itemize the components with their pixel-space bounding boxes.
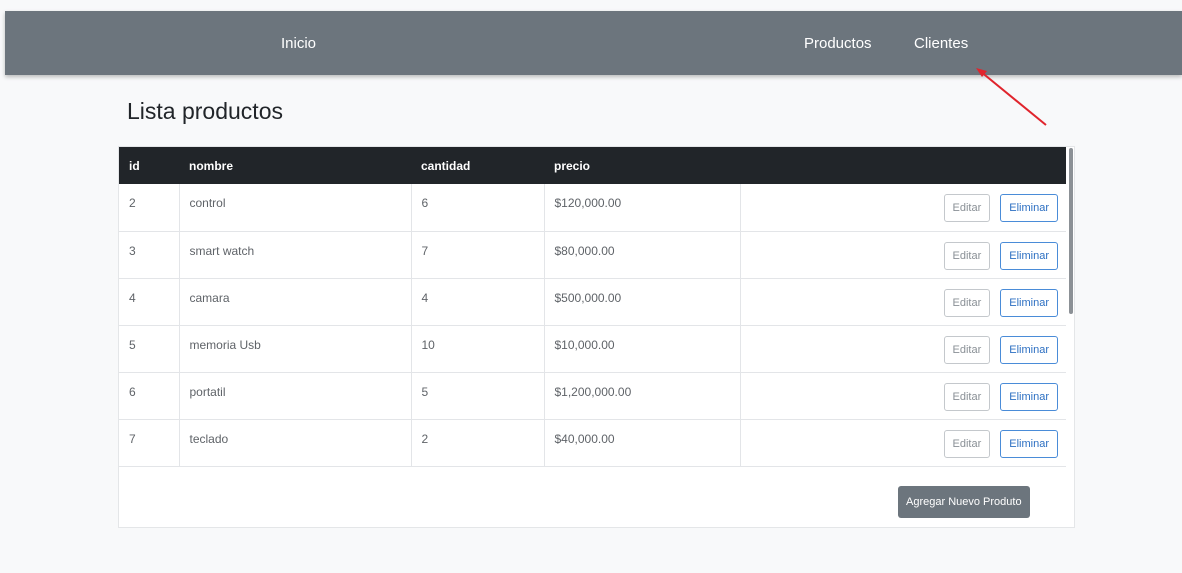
delete-button[interactable]: Eliminar — [1000, 288, 1058, 317]
table-row: 2 control 6 $120,000.00 Editar Eliminar — [119, 184, 1066, 231]
nav-clientes-link[interactable]: Clientes — [914, 35, 968, 52]
products-card: id nombre cantidad precio 2 control 6 $1… — [118, 146, 1075, 528]
table-header-row: id nombre cantidad precio — [119, 147, 1066, 184]
header-id: id — [129, 158, 140, 173]
cell-actions: Editar Eliminar — [740, 184, 1066, 231]
cell-cantidad: 10 — [411, 325, 545, 372]
cell-precio: $80,000.00 — [544, 231, 741, 278]
cell-actions: Editar Eliminar — [740, 231, 1066, 278]
cell-id: 7 — [119, 419, 180, 466]
header-nombre: nombre — [189, 158, 234, 173]
cell-cantidad: 6 — [411, 184, 545, 231]
cell-cantidad: 7 — [411, 231, 545, 278]
cell-precio: $40,000.00 — [544, 419, 741, 466]
table-row: 4 camara 4 $500,000.00 Editar Eliminar — [119, 278, 1066, 325]
nav-home-link[interactable]: Inicio — [281, 35, 316, 52]
cell-actions: Editar Eliminar — [740, 325, 1066, 372]
cell-id: 5 — [119, 325, 180, 372]
table-row: 7 teclado 2 $40,000.00 Editar Eliminar — [119, 419, 1066, 466]
cell-nombre: teclado — [179, 419, 412, 466]
edit-button[interactable]: Editar — [943, 429, 991, 458]
vertical-scrollbar[interactable] — [1069, 148, 1073, 314]
page: Inicio Productos Clientes Lista producto… — [0, 0, 1182, 573]
cell-nombre: smart watch — [179, 231, 412, 278]
table-header: id nombre cantidad precio — [119, 147, 1066, 184]
cell-nombre: memoria Usb — [179, 325, 412, 372]
delete-button[interactable]: Eliminar — [1000, 194, 1058, 222]
edit-button[interactable]: Editar — [943, 241, 991, 270]
cell-nombre: portatil — [179, 372, 412, 419]
cell-id: 2 — [119, 184, 180, 231]
edit-button[interactable]: Editar — [943, 288, 991, 317]
table-body: 2 control 6 $120,000.00 Editar Eliminar 3… — [119, 184, 1066, 466]
edit-button[interactable]: Editar — [943, 382, 991, 411]
cell-nombre: camara — [179, 278, 412, 325]
cell-id: 3 — [119, 231, 180, 278]
table-row: 3 smart watch 7 $80,000.00 Editar Elimina… — [119, 231, 1066, 278]
cell-precio: $500,000.00 — [544, 278, 741, 325]
cell-nombre: control — [179, 184, 412, 231]
header-cantidad: cantidad — [421, 158, 471, 173]
cell-actions: Editar Eliminar — [740, 372, 1066, 419]
add-product-button[interactable]: Agregar Nuevo Produto — [898, 486, 1030, 518]
cell-cantidad: 4 — [411, 278, 545, 325]
table-row: 5 memoria Usb 10 $10,000.00 Editar Elimin… — [119, 325, 1066, 372]
cell-actions: Editar Eliminar — [740, 278, 1066, 325]
navbar: Inicio Productos Clientes — [5, 11, 1182, 75]
cell-precio: $10,000.00 — [544, 325, 741, 372]
cell-precio: $1,200,000.00 — [544, 372, 741, 419]
products-table: id nombre cantidad precio 2 control 6 $1… — [119, 147, 1066, 467]
edit-button[interactable]: Editar — [943, 335, 991, 364]
page-title: Lista productos — [127, 98, 283, 124]
cell-cantidad: 5 — [411, 372, 545, 419]
nav-productos-link[interactable]: Productos — [804, 35, 872, 52]
table-row: 6 portatil 5 $1,200,000.00 Editar Elimina… — [119, 372, 1066, 419]
cell-precio: $120,000.00 — [544, 184, 741, 231]
cell-actions: Editar Eliminar — [740, 419, 1066, 466]
header-actions — [740, 147, 1066, 184]
cell-id: 6 — [119, 372, 180, 419]
delete-button[interactable]: Eliminar — [1000, 382, 1058, 411]
edit-button[interactable]: Editar — [943, 194, 991, 222]
delete-button[interactable]: Eliminar — [1000, 335, 1058, 364]
cell-id: 4 — [119, 278, 180, 325]
delete-button[interactable]: Eliminar — [1000, 241, 1058, 270]
delete-button[interactable]: Eliminar — [1000, 429, 1058, 458]
cell-cantidad: 2 — [411, 419, 545, 466]
header-precio: precio — [554, 158, 591, 173]
